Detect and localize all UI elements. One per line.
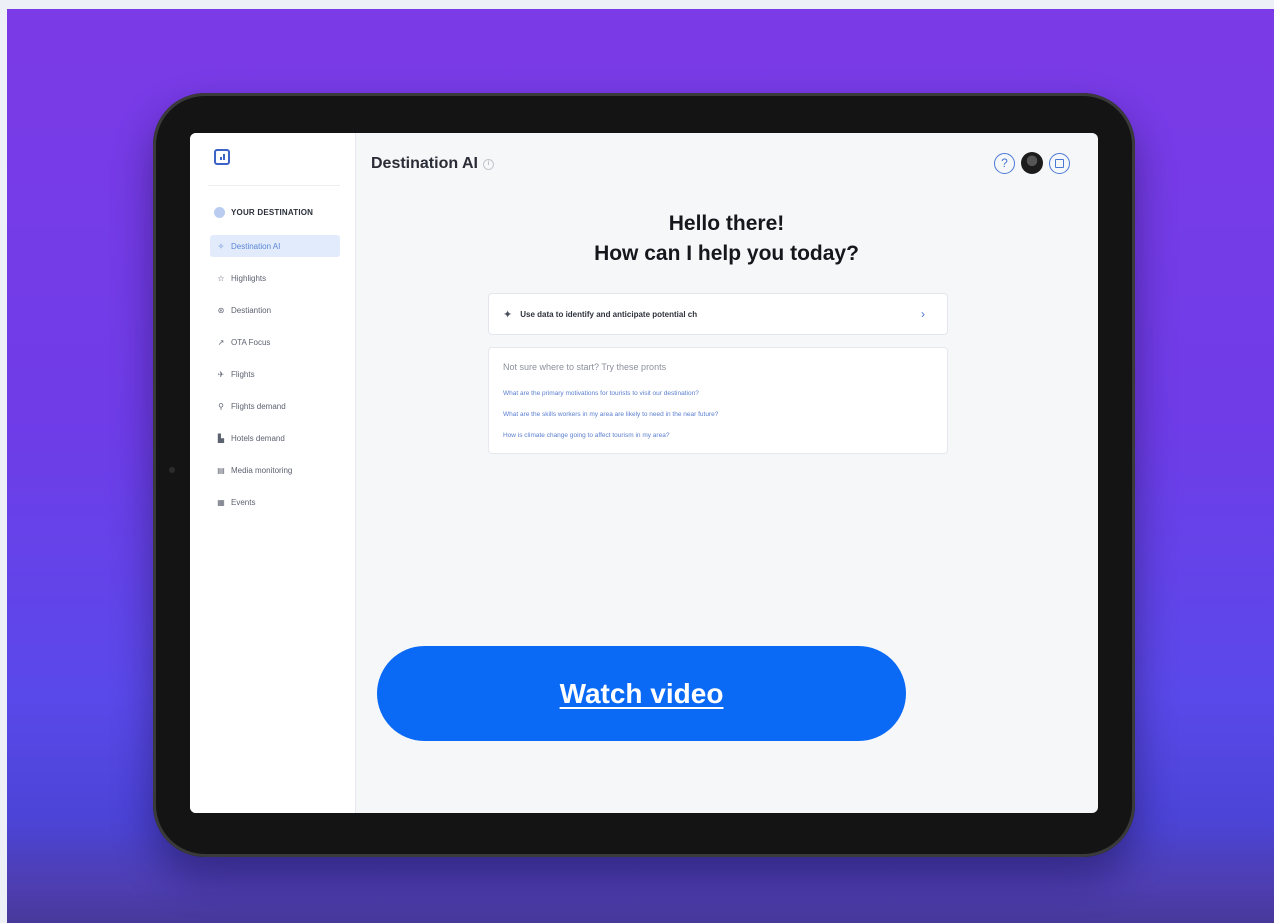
page-title-text: Destination AI (371, 155, 478, 172)
suggestions-title: Not sure where to start? Try these pront… (503, 362, 667, 372)
sidebar-section-label: YOUR DESTINATION (231, 208, 314, 217)
sidebar-section-header[interactable]: YOUR DESTINATION (214, 207, 313, 218)
pin-icon: ⚲ (218, 401, 224, 411)
watch-video-label[interactable]: Watch video (560, 678, 724, 710)
sidebar-item-label: Flights (231, 369, 255, 379)
sidebar-item-destination-ai[interactable]: ✧ Destination AI (210, 235, 340, 257)
sidebar-item-flights[interactable]: ✈ Flights (210, 363, 340, 385)
calendar-icon: ▦ (217, 497, 225, 507)
chevron-right-icon[interactable]: › (921, 307, 925, 321)
greeting-heading: Hello there! How can I help you today? (355, 209, 1098, 269)
suggestion-link[interactable]: What are the primary motivations for tou… (503, 390, 718, 411)
page-title: Destination AI i (371, 155, 494, 173)
sidebar-item-ota-focus[interactable]: ↗ OTA Focus (210, 331, 340, 353)
sidebar: YOUR DESTINATION ✧ Destination AI ☆ High… (190, 133, 356, 813)
sidebar-item-flights-demand[interactable]: ⚲ Flights demand (210, 395, 340, 417)
news-icon: ▤ (217, 465, 225, 475)
sidebar-nav: ✧ Destination AI ☆ Highlights ⊛ Destiant… (210, 235, 340, 523)
info-icon[interactable]: i (482, 158, 494, 170)
sidebar-item-label: Destination AI (231, 241, 281, 251)
greeting-line-2: How can I help you today? (594, 242, 859, 265)
tablet-frame: YOUR DESTINATION ✧ Destination AI ☆ High… (153, 93, 1135, 857)
sidebar-item-label: Highlights (231, 273, 267, 283)
sidebar-item-highlights[interactable]: ☆ Highlights (210, 267, 340, 289)
avatar[interactable] (1021, 152, 1043, 174)
suggestions-list: What are the primary motivations for tou… (503, 390, 718, 453)
sidebar-item-label: Hotels demand (231, 433, 285, 443)
suggestion-link[interactable]: How is climate change going to affect to… (503, 432, 718, 453)
trend-icon: ↗ (217, 337, 225, 347)
bed-icon: ▙ (217, 433, 225, 443)
prompt-input-value[interactable]: Use data to identify and anticipate pote… (520, 310, 921, 319)
sidebar-item-destination[interactable]: ⊛ Destiantion (210, 299, 340, 321)
star-icon: ☆ (217, 273, 225, 283)
plane-icon: ✈ (217, 369, 225, 379)
sparkle-icon: ✦ (503, 308, 513, 321)
suggestion-link[interactable]: What are the skills workers in my area a… (503, 411, 718, 432)
app-logo-icon[interactable] (214, 149, 230, 165)
globe-icon: ⊛ (217, 305, 225, 315)
destination-avatar-icon (214, 207, 225, 218)
header-actions: ? (994, 152, 1070, 174)
sidebar-item-label: OTA Focus (231, 337, 271, 347)
sidebar-item-label: Media monitoring (231, 465, 293, 475)
sidebar-item-label: Destiantion (231, 305, 272, 315)
sidebar-item-label: Events (231, 497, 256, 507)
watch-video-button[interactable]: Watch video (377, 646, 906, 741)
greeting-line-1: Hello there! (668, 212, 785, 235)
camera-dot (169, 467, 175, 473)
apps-icon[interactable] (1049, 152, 1070, 174)
prompt-input[interactable]: ✦ Use data to identify and anticipate po… (488, 293, 948, 335)
suggestions-card: Not sure where to start? Try these pront… (488, 347, 948, 454)
sidebar-divider (208, 185, 340, 186)
sparkle-icon: ✧ (217, 241, 225, 251)
sidebar-item-hotels-demand[interactable]: ▙ Hotels demand (210, 427, 340, 449)
hero-background: YOUR DESTINATION ✧ Destination AI ☆ High… (7, 9, 1274, 923)
help-icon[interactable]: ? (994, 152, 1015, 174)
sidebar-item-label: Flights demand (231, 401, 286, 411)
sidebar-item-events[interactable]: ▦ Events (210, 491, 340, 513)
sidebar-item-media-monitoring[interactable]: ▤ Media monitoring (210, 459, 340, 481)
